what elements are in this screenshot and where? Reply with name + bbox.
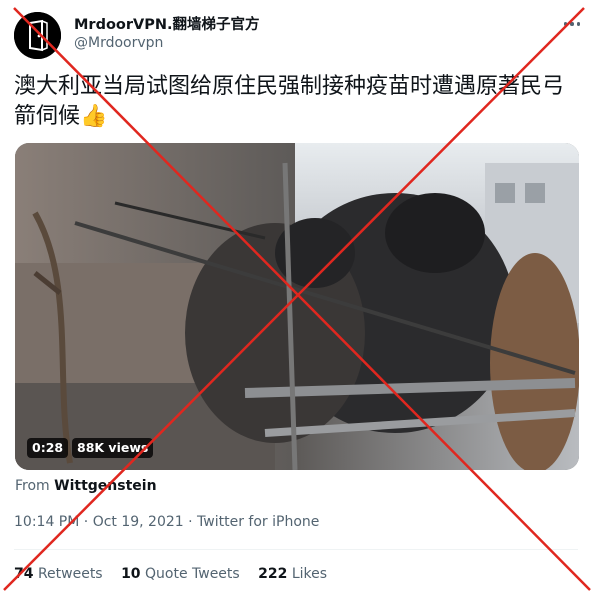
quote-tweets-stat[interactable]: 10 Quote Tweets — [121, 566, 244, 582]
quote-tweets-count: 10 — [121, 566, 141, 582]
tweet-card: MrdoorVPN.翻墙梯子官方 @Mrdoorvpn 澳大利亚当局试图给原住民… — [0, 0, 592, 593]
attribution-prefix: From — [15, 478, 50, 494]
tweet-meta: 10:14 PM · Oct 19, 2021 · Twitter for iP… — [14, 514, 319, 530]
video-player[interactable] — [15, 143, 579, 470]
tweet-text: 澳大利亚当局试图给原住民强制接种疫苗时遭遇原著民弓箭伺候👍 — [14, 74, 565, 129]
attribution-source-link[interactable]: Wittgenstein — [54, 478, 156, 494]
likes-label: Likes — [291, 566, 328, 582]
display-name[interactable]: MrdoorVPN.翻墙梯子官方 — [74, 13, 260, 34]
retweets-count: 74 — [14, 566, 34, 582]
video-views-badge: 88K views — [72, 438, 154, 458]
handle[interactable]: @Mrdoorvpn — [74, 35, 163, 51]
meta-separator: · — [188, 514, 193, 530]
video-thumbnail — [15, 143, 579, 470]
tweet-client[interactable]: Twitter for iPhone — [197, 514, 319, 530]
tweet-time[interactable]: 10:14 PM — [14, 514, 79, 530]
retweets-label: Retweets — [37, 566, 103, 582]
likes-count: 222 — [258, 566, 288, 582]
door-logo-icon — [14, 12, 61, 59]
engagement-stats: 74 Retweets 10 Quote Tweets 222 Likes — [14, 566, 341, 582]
avatar[interactable] — [14, 12, 61, 59]
retweets-stat[interactable]: 74 Retweets — [14, 566, 107, 582]
meta-separator: · — [83, 514, 89, 530]
more-horizontal-icon — [563, 22, 568, 26]
tweet-date[interactable]: Oct 19, 2021 — [93, 514, 184, 530]
likes-stat[interactable]: 222 Likes — [258, 566, 327, 582]
divider — [14, 549, 578, 550]
video-duration-badge: 0:28 — [27, 438, 69, 458]
quote-tweets-label: Quote Tweets — [145, 566, 240, 582]
media-attribution: From Wittgenstein — [15, 478, 157, 494]
more-options-button[interactable] — [560, 14, 584, 34]
